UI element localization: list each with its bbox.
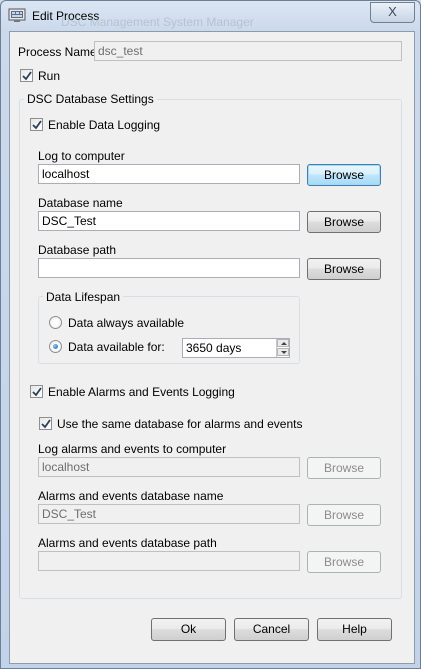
database-path-browse-button[interactable]: Browse [307, 258, 381, 280]
title-bar[interactable]: Edit Process DSC Management System Manag… [1, 1, 421, 31]
checkmark-icon [41, 419, 51, 429]
alarms-db-path-input[interactable] [38, 551, 300, 571]
log-to-computer-browse-button[interactable]: Browse [307, 164, 381, 186]
database-path-input[interactable] [38, 258, 300, 278]
process-app-icon [8, 8, 26, 22]
spin-up-icon[interactable] [277, 339, 289, 347]
radio-selected-dot [53, 344, 58, 349]
process-name-label: Process Name: [18, 45, 101, 59]
run-checkbox[interactable] [20, 69, 33, 82]
database-path-label: Database path [38, 243, 117, 257]
ok-button[interactable]: Ok [151, 618, 226, 641]
retention-days-input[interactable] [182, 338, 290, 358]
retention-days-spinner[interactable] [276, 339, 289, 357]
data-lifespan-title: Data Lifespan [43, 290, 124, 304]
data-always-available-label: Data always available [68, 316, 185, 330]
data-available-for-radio[interactable] [49, 340, 62, 353]
log-to-computer-label: Log to computer [38, 149, 125, 163]
checkmark-icon [32, 387, 42, 397]
enable-data-logging-checkbox[interactable] [30, 118, 43, 131]
alarms-computer-browse-button[interactable]: Browse [307, 457, 381, 479]
close-button[interactable]: X [370, 2, 415, 23]
database-name-browse-button[interactable]: Browse [307, 211, 381, 233]
process-name-field[interactable] [94, 41, 402, 61]
help-button[interactable]: Help [317, 618, 392, 641]
enable-alarms-checkbox[interactable] [30, 385, 43, 398]
same-database-label: Use the same database for alarms and eve… [57, 417, 303, 431]
run-label: Run [38, 69, 61, 83]
enable-data-logging-label: Enable Data Logging [48, 118, 161, 132]
checkmark-icon [22, 71, 32, 81]
alarms-db-path-browse-button[interactable]: Browse [307, 551, 381, 573]
alarms-db-name-label: Alarms and events database name [38, 489, 224, 503]
alarms-db-name-input[interactable] [38, 504, 300, 524]
database-name-input[interactable] [38, 211, 300, 231]
background-window-title: DSC Management System Manager [61, 15, 254, 29]
alarms-computer-input[interactable] [38, 457, 300, 477]
alarms-computer-label: Log alarms and events to computer [38, 442, 227, 456]
log-to-computer-input[interactable] [38, 164, 300, 184]
alarms-db-path-label: Alarms and events database path [38, 536, 217, 550]
alarms-db-name-browse-button[interactable]: Browse [307, 504, 381, 526]
dsc-database-settings-title: DSC Database Settings [24, 92, 157, 106]
cancel-button[interactable]: Cancel [234, 618, 309, 641]
data-always-available-radio[interactable] [49, 316, 62, 329]
same-database-checkbox[interactable] [39, 417, 52, 430]
spin-down-icon[interactable] [277, 348, 289, 356]
close-icon: X [388, 4, 397, 19]
data-available-for-label: Data available for: [68, 340, 165, 354]
database-name-label: Database name [38, 196, 123, 210]
checkmark-icon [32, 120, 42, 130]
enable-alarms-label: Enable Alarms and Events Logging [48, 385, 235, 399]
